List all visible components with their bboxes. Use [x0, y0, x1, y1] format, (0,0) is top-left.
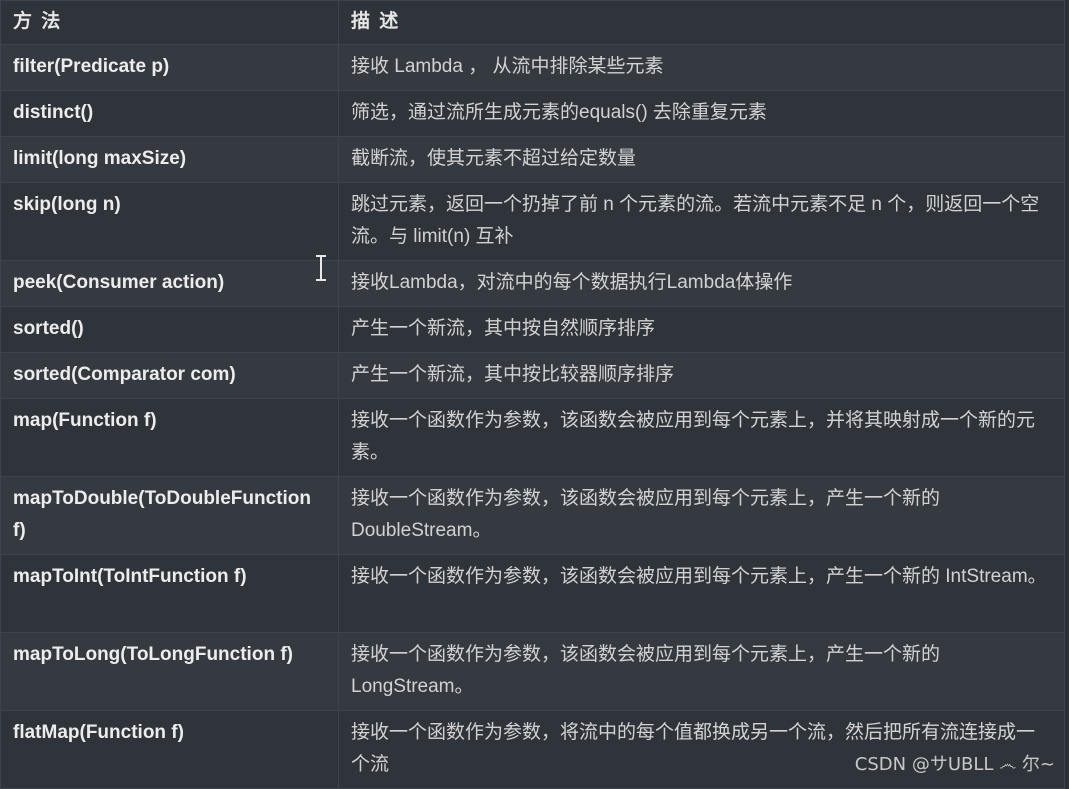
header-description: 描 述 [338, 0, 1065, 45]
table-row: limit(long maxSize) 截断流，使其元素不超过给定数量 [0, 136, 1065, 183]
method-cell: filter(Predicate p) [0, 44, 339, 91]
table-row: filter(Predicate p) 接收 Lambda ， 从流中排除某些元… [0, 44, 1065, 91]
method-cell: mapToDouble(ToDoubleFunction f) [0, 476, 339, 555]
header-method: 方 法 [0, 0, 339, 45]
description-cell: 筛选，通过流所生成元素的equals() 去除重复元素 [338, 90, 1065, 137]
table-row: skip(long n) 跳过元素，返回一个扔掉了前 n 个元素的流。若流中元素… [0, 182, 1065, 261]
description-cell: 接收Lambda，对流中的每个数据执行Lambda体操作 [338, 260, 1065, 307]
method-cell: peek(Consumer action) [0, 260, 339, 307]
description-cell: 接收一个函数作为参数，该函数会被应用到每个元素上，产生一个新的 DoubleSt… [338, 476, 1065, 555]
table-row: map(Function f) 接收一个函数作为参数，该函数会被应用到每个元素上… [0, 398, 1065, 477]
table-row: mapToInt(ToIntFunction f) 接收一个函数作为参数，该函数… [0, 554, 1065, 633]
table-row: sorted() 产生一个新流，其中按自然顺序排序 [0, 306, 1065, 353]
description-cell: 跳过元素，返回一个扔掉了前 n 个元素的流。若流中元素不足 n 个，则返回一个空… [338, 182, 1065, 261]
table-row: mapToLong(ToLongFunction f) 接收一个函数作为参数，该… [0, 632, 1065, 711]
header-row: 方 法 描 述 [0, 0, 1065, 45]
description-cell: 产生一个新流，其中按自然顺序排序 [338, 306, 1065, 353]
table-header: 方 法 描 述 [0, 0, 1065, 45]
table-body: filter(Predicate p) 接收 Lambda ， 从流中排除某些元… [0, 44, 1065, 789]
method-cell: map(Function f) [0, 398, 339, 477]
description-cell: 产生一个新流，其中按比较器顺序排序 [338, 352, 1065, 399]
stream-operations-table: 方 法 描 述 filter(Predicate p) 接收 Lambda ， … [0, 0, 1065, 789]
method-cell: flatMap(Function f) [0, 710, 339, 789]
text-cursor-icon [316, 255, 326, 281]
method-cell: mapToLong(ToLongFunction f) [0, 632, 339, 711]
method-cell: limit(long maxSize) [0, 136, 339, 183]
method-cell: mapToInt(ToIntFunction f) [0, 554, 339, 633]
description-cell: 接收一个函数作为参数，该函数会被应用到每个元素上，并将其映射成一个新的元素。 [338, 398, 1065, 477]
table-row: peek(Consumer action) 接收Lambda，对流中的每个数据执… [0, 260, 1065, 307]
description-cell: 接收 Lambda ， 从流中排除某些元素 [338, 44, 1065, 91]
watermark: CSDN @サUBLL ෴ 尔~ [854, 754, 1055, 775]
method-cell: distinct() [0, 90, 339, 137]
method-cell: skip(long n) [0, 182, 339, 261]
table-row: distinct() 筛选，通过流所生成元素的equals() 去除重复元素 [0, 90, 1065, 137]
table-row: mapToDouble(ToDoubleFunction f) 接收一个函数作为… [0, 476, 1065, 555]
table-row: sorted(Comparator com) 产生一个新流，其中按比较器顺序排序 [0, 352, 1065, 399]
description-cell: 截断流，使其元素不超过给定数量 [338, 136, 1065, 183]
description-cell: 接收一个函数作为参数，该函数会被应用到每个元素上，产生一个新的 LongStre… [338, 632, 1065, 711]
description-cell: 接收一个函数作为参数，该函数会被应用到每个元素上，产生一个新的 IntStrea… [338, 554, 1065, 633]
method-cell: sorted(Comparator com) [0, 352, 339, 399]
method-cell: sorted() [0, 306, 339, 353]
